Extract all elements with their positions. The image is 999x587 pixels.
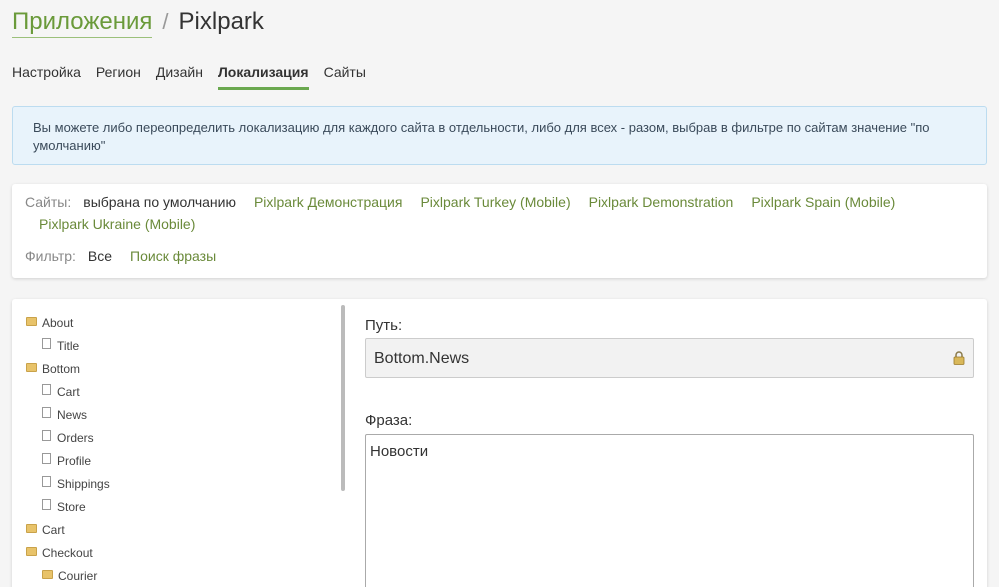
tab-design[interactable]: Дизайн xyxy=(156,64,203,90)
folder-icon xyxy=(42,570,53,579)
tab-settings[interactable]: Настройка xyxy=(12,64,81,90)
file-icon xyxy=(42,338,51,349)
tree-node-label: Bottom xyxy=(42,361,81,376)
file-icon xyxy=(42,407,51,418)
breadcrumb-separator: / xyxy=(162,9,169,34)
breadcrumb: Приложения / Pixlpark xyxy=(12,8,264,38)
sites-filter-row: Сайты: выбрана по умолчанию Pixlpark Дем… xyxy=(25,194,974,232)
tree-node[interactable]: Cart xyxy=(26,518,110,541)
filter-panel: Сайты: выбрана по умолчанию Pixlpark Дем… xyxy=(12,184,987,278)
filter-selected: Все xyxy=(87,248,113,264)
tree-node-label: Profile xyxy=(57,453,92,468)
key-tree: About Title Bottom Cart News Orders Prof… xyxy=(26,311,110,587)
tree-node[interactable]: Profile xyxy=(26,449,110,472)
path-label: Путь: xyxy=(365,317,403,334)
sites-label: Сайты: xyxy=(25,194,72,210)
tree-node-label: Title xyxy=(57,338,80,353)
folder-icon xyxy=(26,363,37,372)
tree-node-label: Courier xyxy=(58,568,98,583)
tree-node-label: Cart xyxy=(42,522,65,537)
path-field: Bottom.News xyxy=(365,338,974,378)
tree-node-label: News xyxy=(57,407,88,422)
path-value: Bottom.News xyxy=(374,350,470,367)
tree-node[interactable]: Orders xyxy=(26,426,110,449)
file-icon xyxy=(42,476,51,487)
phrase-input[interactable]: Новости xyxy=(365,434,974,587)
site-link-spain[interactable]: Pixlpark Spain (Mobile) xyxy=(751,194,895,210)
lock-icon xyxy=(953,351,965,365)
tree-node-label: About xyxy=(42,315,74,330)
tab-sites[interactable]: Сайты xyxy=(324,64,366,90)
file-icon xyxy=(42,384,51,395)
phrase-search-link[interactable]: Поиск фразы xyxy=(130,248,216,264)
localization-editor-panel: About Title Bottom Cart News Orders Prof… xyxy=(12,299,987,587)
tree-node-label: Checkout xyxy=(42,545,93,560)
folder-icon xyxy=(26,317,37,326)
site-link-ukraine[interactable]: Pixlpark Ukraine (Mobile) xyxy=(39,216,195,232)
tab-region[interactable]: Регион xyxy=(96,64,141,90)
tree-node[interactable]: Checkout xyxy=(26,541,110,564)
tree-node[interactable]: Cart xyxy=(26,380,110,403)
page-title: Pixlpark xyxy=(178,8,264,35)
site-link-demo-en[interactable]: Pixlpark Demonstration xyxy=(589,194,734,210)
file-icon xyxy=(42,430,51,441)
site-link-turkey[interactable]: Pixlpark Turkey (Mobile) xyxy=(420,194,570,210)
tree-node-label: Shippings xyxy=(57,476,110,491)
tree-node[interactable]: Courier xyxy=(26,564,110,587)
sites-selected: выбрана по умолчанию xyxy=(83,194,236,210)
tree-scrollbar[interactable] xyxy=(341,305,345,491)
folder-icon xyxy=(26,524,37,533)
tree-node[interactable]: About xyxy=(26,311,110,334)
tab-localization[interactable]: Локализация xyxy=(217,64,309,90)
info-alert: Вы можете либо переопределить локализаци… xyxy=(12,106,987,165)
tree-node-label: Cart xyxy=(57,384,80,399)
tabs: Настройка Регион Дизайн Локализация Сайт… xyxy=(12,64,381,90)
phrase-filter-row: Фильтр: Все Поиск фразы xyxy=(25,248,974,264)
phrase-label: Фраза: xyxy=(365,412,413,429)
folder-icon xyxy=(26,547,37,556)
tree-node-label: Store xyxy=(57,499,86,514)
tree-node[interactable]: Title xyxy=(26,334,110,357)
tree-node[interactable]: Bottom xyxy=(26,357,110,380)
file-icon xyxy=(42,499,51,510)
file-icon xyxy=(42,453,51,464)
tree-node[interactable]: Store xyxy=(26,495,110,518)
tree-node[interactable]: Shippings xyxy=(26,472,110,495)
tree-node-selected[interactable]: News xyxy=(26,403,110,426)
site-link-demo-ru[interactable]: Pixlpark Демонстрация xyxy=(254,194,403,210)
filter-label: Фильтр: xyxy=(25,248,76,264)
breadcrumb-link-apps[interactable]: Приложения xyxy=(12,8,153,38)
tree-node-label: Orders xyxy=(57,430,94,445)
